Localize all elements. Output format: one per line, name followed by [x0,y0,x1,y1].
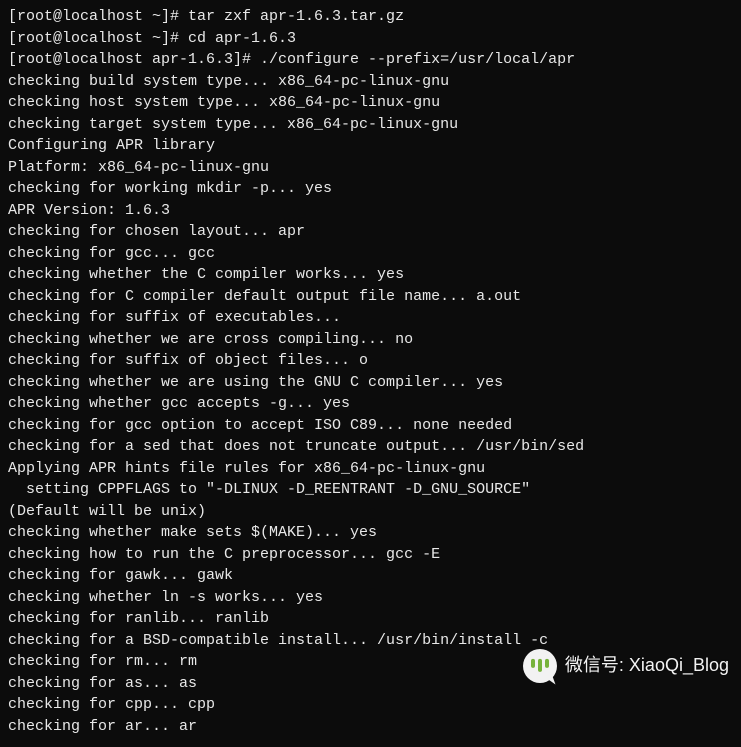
terminal-line: setting CPPFLAGS to "-DLINUX -D_REENTRAN… [8,479,733,501]
terminal-line: checking target system type... x86_64-pc… [8,114,733,136]
terminal-line: checking for gcc... gcc [8,243,733,265]
terminal-line: checking for working mkdir -p... yes [8,178,733,200]
terminal-line: checking whether we are cross compiling.… [8,329,733,351]
terminal-line: checking build system type... x86_64-pc-… [8,71,733,93]
terminal-line: Platform: x86_64-pc-linux-gnu [8,157,733,179]
terminal-line: Applying APR hints file rules for x86_64… [8,458,733,480]
terminal-line: checking whether ln -s works... yes [8,587,733,609]
terminal-line: checking host system type... x86_64-pc-l… [8,92,733,114]
terminal-line: checking whether we are using the GNU C … [8,372,733,394]
terminal-line: [root@localhost ~]# tar zxf apr-1.6.3.ta… [8,6,733,28]
terminal-line: Configuring APR library [8,135,733,157]
terminal-line: checking for as... as [8,673,733,695]
terminal-line: checking for C compiler default output f… [8,286,733,308]
terminal-line: checking for a sed that does not truncat… [8,436,733,458]
terminal-line: checking for gcc option to accept ISO C8… [8,415,733,437]
terminal-line: checking whether the C compiler works...… [8,264,733,286]
terminal-line: checking for a BSD-compatible install...… [8,630,733,652]
terminal-line: checking for rm... rm [8,651,733,673]
terminal-line: APR Version: 1.6.3 [8,200,733,222]
terminal-output[interactable]: [root@localhost ~]# tar zxf apr-1.6.3.ta… [0,0,741,747]
terminal-line: checking for suffix of executables... [8,307,733,329]
terminal-line: checking how to run the C preprocessor..… [8,544,733,566]
terminal-line: checking whether make sets $(MAKE)... ye… [8,522,733,544]
terminal-line: checking for chosen layout... apr [8,221,733,243]
terminal-line: checking for ar... ar [8,716,733,738]
terminal-line: [root@localhost apr-1.6.3]# ./configure … [8,49,733,71]
terminal-line: checking for ranlib... ranlib [8,608,733,630]
terminal-line: checking for gawk... gawk [8,565,733,587]
terminal-line: checking for cpp... cpp [8,694,733,716]
terminal-line: [root@localhost ~]# cd apr-1.6.3 [8,28,733,50]
terminal-line: (Default will be unix) [8,501,733,523]
terminal-line: checking whether gcc accepts -g... yes [8,393,733,415]
terminal-line: checking for suffix of object files... o [8,350,733,372]
